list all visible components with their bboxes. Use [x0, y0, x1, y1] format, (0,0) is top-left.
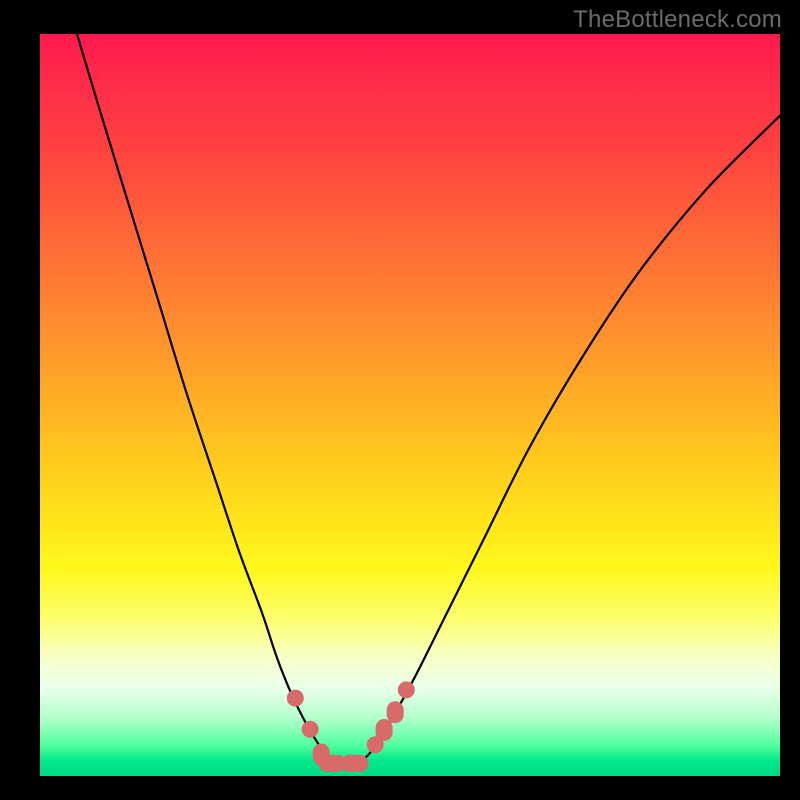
data-marker: [398, 681, 415, 698]
data-marker: [341, 755, 369, 772]
data-marker: [287, 690, 304, 707]
bottleneck-curve: [77, 34, 780, 766]
data-marker: [376, 719, 393, 741]
watermark-text: TheBottleneck.com: [573, 6, 782, 34]
markers-group: [287, 681, 415, 772]
data-marker: [302, 721, 319, 738]
chart-svg: [40, 34, 780, 776]
plot-area: [40, 34, 780, 776]
data-marker: [387, 701, 404, 723]
chart-frame: TheBottleneck.com: [0, 0, 800, 800]
